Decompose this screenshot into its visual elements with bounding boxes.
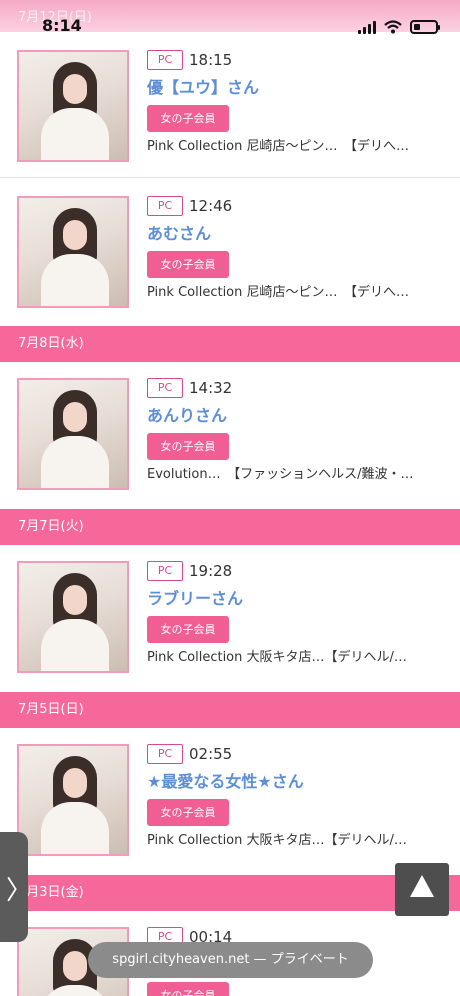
post-time: 18:15	[189, 51, 233, 69]
profile-photo[interactable]	[17, 561, 129, 673]
girl-name-link[interactable]: ラブリーさん	[147, 589, 243, 609]
member-badge: 女の子会員	[147, 799, 229, 826]
pc-badge: PC	[147, 744, 183, 764]
girl-name-link[interactable]: 優【ユウ】さん	[147, 78, 259, 98]
list-item[interactable]: PC 19:28 ラブリーさん 女の子会員 Pink Collection 大阪…	[0, 545, 460, 692]
shop-info[interactable]: Pink Collection 大阪キタ店…【デリヘル/…	[147, 649, 407, 667]
scroll-to-top-button[interactable]	[395, 863, 449, 916]
pc-badge: PC	[147, 561, 183, 581]
side-menu-tab[interactable]: 〉	[0, 832, 32, 942]
diary-feed: PC 18:15 優【ユウ】さん 女の子会員 Pink Collection 尼…	[0, 32, 460, 996]
wifi-icon	[384, 20, 402, 34]
post-time: 19:28	[189, 562, 233, 580]
list-item[interactable]: PC 18:15 優【ユウ】さん 女の子会員 Pink Collection 尼…	[0, 32, 460, 178]
date-header: 7月7日(火)	[0, 509, 460, 545]
profile-photo[interactable]	[17, 378, 129, 490]
girl-name-link[interactable]: あむさん	[147, 224, 211, 244]
date-header: 7月8日(水)	[0, 326, 460, 362]
member-badge: 女の子会員	[147, 251, 229, 278]
post-time: 14:32	[189, 379, 233, 397]
shop-info[interactable]: Evolution… 【ファッションヘルス/難波・…	[147, 466, 414, 484]
status-icons	[358, 20, 440, 34]
list-item[interactable]: PC 14:32 あんりさん 女の子会員 Evolution… 【ファッションヘ…	[0, 362, 460, 509]
list-item[interactable]: PC 02:55 ★最愛なる女性★さん 女の子会員 Pink Collectio…	[0, 728, 460, 875]
pc-badge: PC	[147, 196, 183, 216]
profile-photo[interactable]	[17, 50, 129, 162]
girl-name-link[interactable]: ★最愛なる女性★さん	[147, 772, 304, 792]
battery-icon	[410, 20, 440, 34]
chevron-right-icon: 〉	[6, 876, 33, 906]
member-badge: 女の子会員	[147, 433, 229, 460]
browser-url-bar[interactable]: spgirl.cityheaven.net — プライベート	[88, 942, 373, 978]
triangle-up-icon	[410, 875, 434, 897]
shop-info[interactable]: Pink Collection 大阪キタ店…【デリヘル/…	[147, 832, 407, 850]
member-badge: 女の子会員	[147, 982, 229, 996]
member-badge: 女の子会員	[147, 616, 229, 643]
profile-photo[interactable]	[17, 744, 129, 856]
list-item[interactable]: PC 12:46 あむさん 女の子会員 Pink Collection 尼崎店～…	[0, 178, 460, 326]
post-time: 12:46	[189, 197, 233, 215]
pc-badge: PC	[147, 378, 183, 398]
shop-info[interactable]: Pink Collection 尼崎店～ピン… 【デリへ…	[147, 284, 409, 302]
status-bar: 7月12日(日) 8:14	[0, 0, 460, 35]
member-badge: 女の子会員	[147, 105, 229, 132]
cellular-signal-icon	[358, 20, 376, 34]
clock-time: 8:14	[42, 16, 82, 35]
profile-photo[interactable]	[17, 196, 129, 308]
post-time: 02:55	[189, 745, 233, 763]
shop-info[interactable]: Pink Collection 尼崎店～ピン… 【デリへ…	[147, 138, 409, 156]
date-header: 7月5日(日)	[0, 692, 460, 728]
girl-name-link[interactable]: あんりさん	[147, 406, 227, 426]
pc-badge: PC	[147, 50, 183, 70]
date-header: 7月3日(金)	[0, 875, 460, 911]
